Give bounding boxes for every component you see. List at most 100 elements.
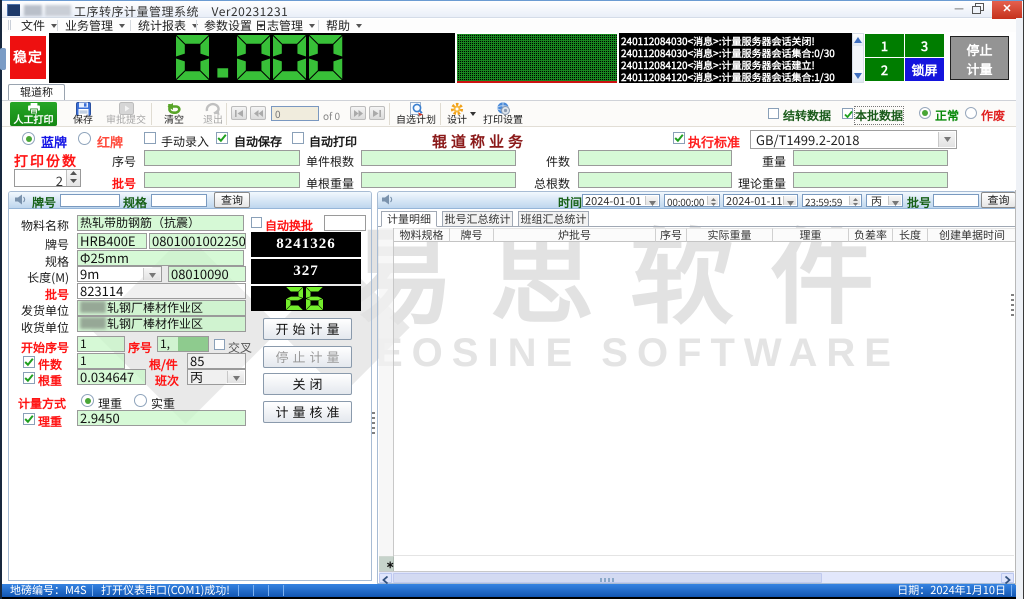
column-header-material-spec[interactable]: 物料规格 — [394, 228, 450, 242]
quick-button-3[interactable]: 3 — [905, 34, 944, 57]
receiver-input[interactable]: 轧钢厂棒材作业区 — [77, 316, 246, 332]
pieces-count-input[interactable]: 1 — [77, 353, 125, 369]
stepper-buttons[interactable] — [66, 170, 80, 186]
nav-first-button[interactable] — [231, 106, 247, 120]
serial-input[interactable] — [144, 150, 300, 166]
blue-plate-radio[interactable] — [22, 132, 35, 145]
print-copies-stepper[interactable]: 2 — [14, 169, 81, 187]
tab-metering-detail[interactable]: 计量明细 — [381, 211, 437, 227]
quick-button-1[interactable]: 1 — [865, 34, 904, 57]
design-dropdown-arrow[interactable] — [470, 112, 476, 116]
column-header-doc-time[interactable]: 创建单据时间 — [928, 228, 1016, 242]
minimize-button[interactable]: — — [948, 1, 970, 18]
scrollbar-thumb[interactable] — [393, 573, 822, 583]
clear-button[interactable]: 清空 — [155, 102, 193, 126]
spinner-buttons[interactable] — [849, 196, 860, 205]
combo-dropdown-button[interactable] — [645, 196, 658, 205]
nav-prev-button[interactable] — [250, 106, 266, 120]
manual-print-button[interactable]: 人工打印 — [10, 102, 57, 126]
date-to-picker[interactable]: 2024-01-11 — [723, 194, 798, 207]
weight-input[interactable] — [793, 150, 948, 166]
theory-weight-radio[interactable] — [81, 394, 94, 407]
length-combo[interactable]: 9m — [77, 266, 162, 282]
red-plate-radio[interactable] — [78, 132, 91, 145]
tab-shift-summary[interactable]: 班组汇总统计 — [518, 211, 589, 227]
tab-roller-scale[interactable]: 辊道称 — [8, 84, 65, 100]
date-from-picker[interactable]: 2024-01-01 — [582, 194, 660, 207]
cross-checkbox[interactable] — [214, 339, 225, 350]
column-header-serial[interactable]: 序号 — [656, 228, 687, 242]
bar-weight-input[interactable]: 0.034647 — [77, 369, 146, 385]
length-code-input[interactable]: 08010090 — [168, 266, 246, 282]
total-bars-input[interactable] — [578, 172, 732, 188]
column-header-actual-weight[interactable]: 实际重量 — [687, 228, 773, 242]
bar-weight-checkbox[interactable] — [23, 372, 35, 384]
weight-per-bar-input[interactable] — [361, 172, 516, 188]
start-serial-input[interactable]: 1 — [77, 336, 125, 352]
stop-metering-button[interactable]: 停止 计量 — [950, 36, 1009, 80]
batch-input[interactable] — [144, 172, 300, 188]
bars-per-piece-input[interactable] — [361, 150, 516, 166]
panel-splitter-handle[interactable] — [372, 412, 375, 434]
nav-next-button[interactable] — [350, 106, 366, 120]
actual-weight-radio[interactable] — [134, 394, 147, 407]
print-setup-button[interactable]: 打印设置 — [480, 102, 526, 126]
material-name-input[interactable]: 热轧带肋钢筋（抗震） — [77, 215, 244, 231]
design-button[interactable]: 设计 — [444, 102, 470, 126]
theory-weight-input[interactable] — [793, 172, 948, 188]
log-scrollbar[interactable] — [852, 33, 864, 83]
brand-filter-input[interactable] — [60, 194, 120, 207]
nav-last-button[interactable] — [369, 106, 385, 120]
this-batch-checkbox[interactable] — [842, 108, 853, 119]
auto-switch-input[interactable] — [324, 215, 366, 231]
left-query-button[interactable]: 查询 — [214, 192, 250, 208]
batch-no-input[interactable]: 823114 — [77, 283, 246, 299]
menu-reports[interactable]: 统计报表 — [138, 19, 198, 32]
auto-print-checkbox[interactable] — [292, 132, 304, 144]
time-to-spinner[interactable]: 23:59:59 — [802, 194, 862, 207]
bars-per-bundle-input[interactable]: 85 — [187, 353, 246, 369]
spec-filter-input[interactable] — [151, 194, 207, 207]
lock-screen-button[interactable]: 锁屏 — [905, 58, 944, 81]
normal-radio[interactable] — [919, 107, 931, 119]
menu-grip-handle[interactable] — [8, 20, 11, 30]
close-panel-button[interactable]: 关闭 — [263, 373, 352, 395]
theory-value-input[interactable]: 2.9450 — [77, 410, 246, 426]
save-button[interactable]: 保存 — [63, 102, 103, 126]
auto-switch-checkbox[interactable] — [251, 217, 262, 228]
exec-standard-checkbox[interactable] — [673, 132, 685, 144]
spec-input[interactable]: Φ25mm — [77, 250, 244, 266]
scroll-left-button[interactable] — [379, 573, 392, 583]
theory-checkbox[interactable] — [23, 413, 35, 425]
shift-combo[interactable]: 丙 — [187, 369, 246, 385]
combo-dropdown-button[interactable] — [938, 132, 955, 147]
start-metering-button[interactable]: 开始计量 — [263, 318, 352, 340]
pieces-count-checkbox[interactable] — [23, 356, 35, 368]
manual-entry-checkbox[interactable] — [144, 132, 156, 144]
column-header-furnace-batch[interactable]: 炉批号 — [494, 228, 656, 242]
serial-no-input[interactable]: 1, — [157, 336, 209, 352]
pieces-input[interactable] — [578, 150, 732, 166]
column-header-length[interactable]: 长度 — [893, 228, 928, 242]
column-header-theory-weight[interactable]: 理重 — [773, 228, 849, 242]
brand-input[interactable]: HRB400E — [77, 233, 147, 249]
record-number-input[interactable]: 0 — [271, 106, 319, 121]
column-header-neg-diff-rate[interactable]: 负差率 — [849, 228, 893, 242]
shift-filter-combo[interactable]: 丙 — [866, 194, 903, 207]
stop-metering-panel-button[interactable]: 停止计量 — [263, 346, 352, 368]
metering-check-button[interactable]: 计量核准 — [263, 401, 352, 423]
exec-standard-combo[interactable]: GB/T1499.2-2018 — [750, 130, 957, 149]
right-query-button[interactable]: 查询 — [981, 192, 1016, 208]
custom-plan-button[interactable]: 自选计划 — [393, 102, 439, 126]
stepper-down-button[interactable] — [67, 178, 80, 186]
batch-filter-input[interactable] — [933, 194, 979, 207]
menu-logs[interactable]: 日志管理 — [255, 19, 315, 32]
spinner-buttons[interactable] — [707, 196, 718, 205]
combo-dropdown-button[interactable] — [143, 268, 160, 280]
combo-dropdown-button[interactable] — [783, 196, 796, 205]
approve-submit-button[interactable]: 审批提交 — [102, 102, 150, 126]
scroll-down-button[interactable] — [853, 70, 863, 82]
brand-code-input[interactable]: 08010010022500 — [149, 233, 246, 249]
carryover-checkbox[interactable] — [768, 108, 779, 119]
auto-save-checkbox[interactable] — [216, 132, 228, 144]
